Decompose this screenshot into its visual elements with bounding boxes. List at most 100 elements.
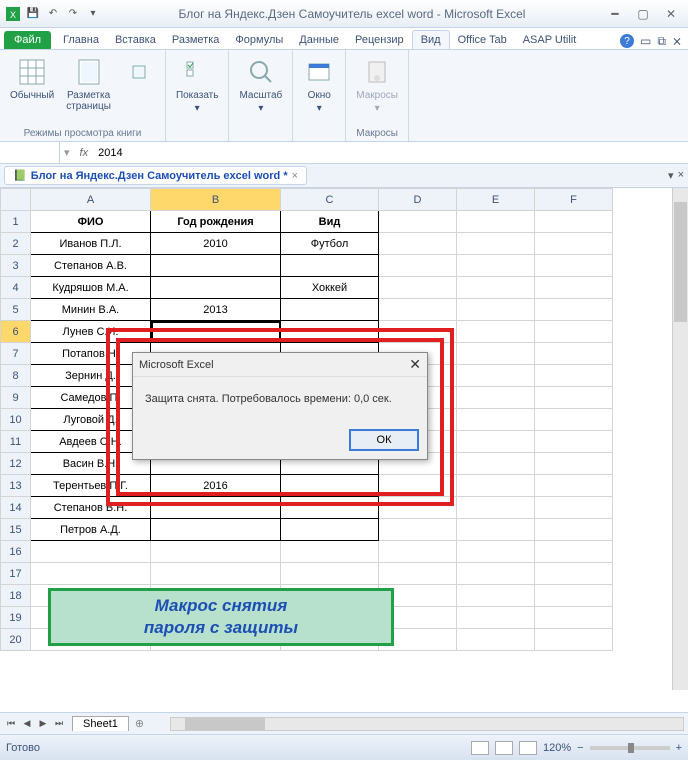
show-button[interactable]: Показать ▾ — [174, 54, 221, 116]
sheet-next-icon[interactable]: ▶ — [36, 717, 50, 731]
zoom-in-icon[interactable]: + — [676, 742, 682, 754]
cell[interactable] — [151, 563, 281, 585]
cell[interactable] — [535, 409, 613, 431]
cell[interactable] — [457, 255, 535, 277]
cell[interactable] — [535, 343, 613, 365]
close-tab-icon[interactable]: × — [292, 170, 298, 182]
cell[interactable] — [151, 541, 281, 563]
cell[interactable] — [535, 277, 613, 299]
vscroll-thumb[interactable] — [674, 202, 687, 322]
cell[interactable] — [379, 563, 457, 585]
row-header[interactable]: 11 — [1, 431, 31, 453]
row-header[interactable]: 18 — [1, 585, 31, 607]
cell[interactable] — [457, 409, 535, 431]
cell[interactable] — [535, 541, 613, 563]
cell[interactable] — [457, 431, 535, 453]
cell[interactable] — [379, 321, 457, 343]
col-header[interactable]: C — [281, 189, 379, 211]
cell[interactable] — [535, 233, 613, 255]
restore-window-icon[interactable]: ⧉ — [657, 34, 666, 49]
excel-icon[interactable]: X — [4, 5, 22, 23]
cell[interactable] — [535, 497, 613, 519]
cell[interactable] — [457, 607, 535, 629]
close-button[interactable]: ✕ — [658, 5, 684, 23]
fx-icon[interactable]: fx — [74, 147, 95, 159]
cell[interactable] — [535, 607, 613, 629]
cell[interactable]: Степанов В.Н. — [31, 497, 151, 519]
qat-dropdown-icon[interactable]: ▾ — [84, 5, 102, 23]
save-icon[interactable]: 💾 — [24, 5, 42, 23]
formula-input[interactable] — [94, 147, 688, 159]
row-header[interactable]: 14 — [1, 497, 31, 519]
cell[interactable] — [535, 321, 613, 343]
cell[interactable] — [457, 629, 535, 651]
cell[interactable] — [379, 299, 457, 321]
cell[interactable] — [151, 321, 281, 343]
row-header[interactable]: 4 — [1, 277, 31, 299]
cell[interactable] — [535, 585, 613, 607]
cell[interactable]: Год рождения — [151, 211, 281, 233]
cell[interactable] — [535, 453, 613, 475]
zoom-out-icon[interactable]: − — [577, 742, 583, 754]
sheet-prev-icon[interactable]: ◀ — [20, 717, 34, 731]
cell[interactable] — [379, 255, 457, 277]
row-header[interactable]: 10 — [1, 409, 31, 431]
document-tab[interactable]: 📗 Блог на Яндекс.Дзен Самоучитель excel … — [4, 166, 307, 185]
row-header[interactable]: 19 — [1, 607, 31, 629]
cell[interactable]: Футбол — [281, 233, 379, 255]
tab-asap[interactable]: ASAP Utilit — [515, 31, 585, 49]
tab-insert[interactable]: Вставка — [107, 31, 164, 49]
cell[interactable]: Иванов П.Л. — [31, 233, 151, 255]
cell[interactable]: Минин В.А. — [31, 299, 151, 321]
file-tab[interactable]: Файл — [4, 31, 51, 49]
cell[interactable] — [457, 563, 535, 585]
zoom-thumb[interactable] — [628, 743, 634, 753]
row-header[interactable]: 7 — [1, 343, 31, 365]
cell[interactable]: 2016 — [151, 475, 281, 497]
undo-icon[interactable]: ↶ — [44, 5, 62, 23]
tab-home[interactable]: Главна — [55, 31, 107, 49]
col-header[interactable]: E — [457, 189, 535, 211]
dialog-close-icon[interactable]: ✕ — [409, 356, 421, 373]
cell[interactable] — [457, 321, 535, 343]
cell[interactable]: Вид — [281, 211, 379, 233]
view-break-icon[interactable] — [519, 741, 537, 755]
row-header[interactable]: 2 — [1, 233, 31, 255]
cell[interactable] — [151, 277, 281, 299]
cell[interactable] — [281, 299, 379, 321]
cell[interactable] — [457, 541, 535, 563]
cell[interactable] — [457, 497, 535, 519]
cell[interactable] — [457, 277, 535, 299]
cell[interactable] — [457, 365, 535, 387]
col-header[interactable]: B — [151, 189, 281, 211]
cell[interactable] — [535, 365, 613, 387]
cell[interactable] — [281, 497, 379, 519]
cell[interactable] — [31, 541, 151, 563]
cell[interactable] — [379, 233, 457, 255]
row-header[interactable]: 9 — [1, 387, 31, 409]
cell[interactable] — [535, 475, 613, 497]
cell[interactable] — [31, 563, 151, 585]
cell[interactable] — [535, 431, 613, 453]
cell[interactable]: Лунев С.И. — [31, 321, 151, 343]
cell[interactable] — [457, 299, 535, 321]
row-header[interactable]: 3 — [1, 255, 31, 277]
view-page-layout[interactable]: Разметка страницы — [64, 54, 113, 114]
cell[interactable] — [281, 321, 379, 343]
dialog-titlebar[interactable]: Microsoft Excel ✕ — [133, 353, 427, 377]
tab-view[interactable]: Вид — [412, 30, 450, 49]
cell[interactable] — [457, 585, 535, 607]
row-header[interactable]: 1 — [1, 211, 31, 233]
redo-icon[interactable]: ↷ — [64, 5, 82, 23]
new-sheet-icon[interactable]: ⊕ — [129, 717, 150, 730]
macros-button[interactable]: Макросы ▾ — [354, 54, 400, 116]
row-header[interactable]: 16 — [1, 541, 31, 563]
tab-formulas[interactable]: Формулы — [227, 31, 291, 49]
cell[interactable] — [457, 453, 535, 475]
cell[interactable] — [151, 497, 281, 519]
doc-tabs-dropdown-icon[interactable]: ▾ — [668, 169, 674, 182]
tab-layout[interactable]: Разметка — [164, 31, 228, 49]
sheet-first-icon[interactable]: ⏮ — [4, 717, 18, 731]
cell[interactable]: Кудряшов М.А. — [31, 277, 151, 299]
name-box-dropdown-icon[interactable]: ▾ — [60, 146, 74, 159]
